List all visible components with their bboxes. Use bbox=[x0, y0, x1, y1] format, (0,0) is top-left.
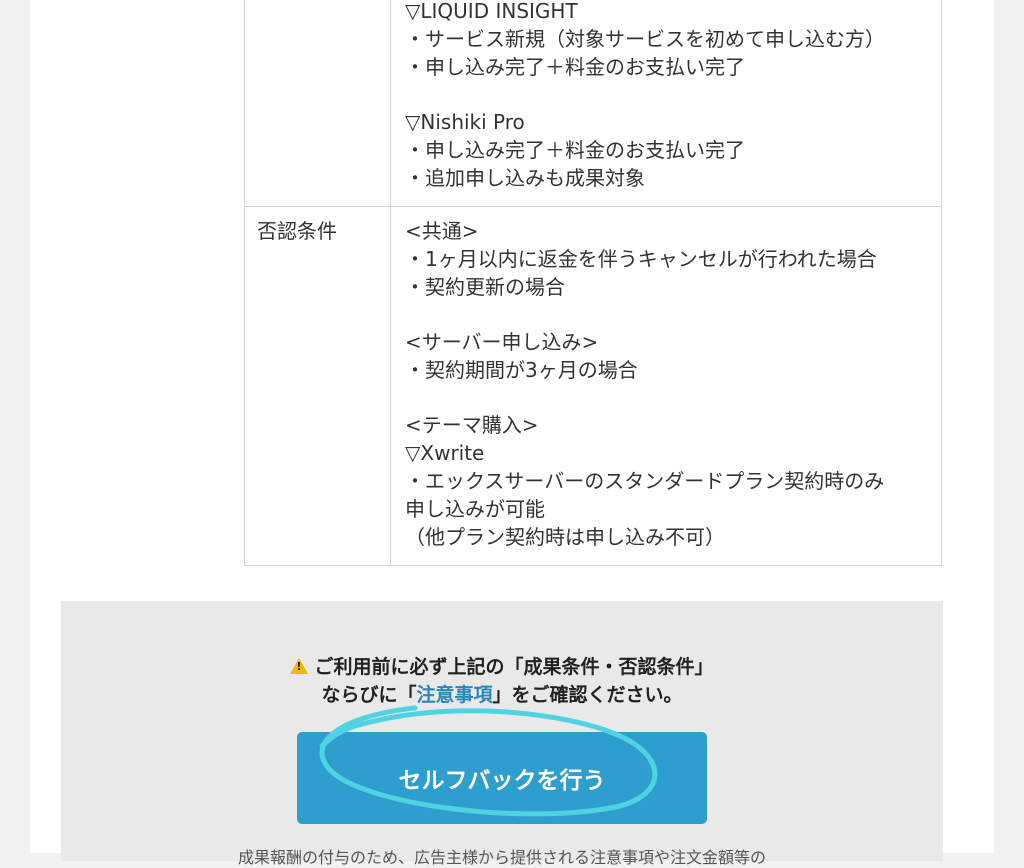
notice-line-2-post: 」をご確認ください。 bbox=[492, 684, 683, 706]
approval-condition-line: ▽LIQUID INSIGHT bbox=[405, 0, 578, 23]
bottom-note-text: 成果報酬の付与のため、広告主様から提供される注意事項や注文金額等の bbox=[237, 848, 766, 867]
approval-condition-line: ・申し込み完了＋料金のお支払い完了 bbox=[405, 55, 745, 79]
rejection-condition-line: （他プラン契約時は申し込み不可） bbox=[405, 525, 725, 549]
approval-condition-line: ・サービス新規（対象サービスを初めて申し込む方） bbox=[405, 27, 885, 51]
notice-link[interactable]: 注意事項 bbox=[416, 684, 492, 706]
approval-conditions-row: ▽LIQUID INSIGHT ・サービス新規（対象サービスを初めて申し込む方） ・… bbox=[244, 0, 942, 207]
selfback-cta-panel: ご利用前に必ず上記の「成果条件・否認条件」 ならびに「注意事項」をご確認ください… bbox=[61, 601, 943, 867]
notice-text: ご利用前に必ず上記の「成果条件・否認条件」 ならびに「注意事項」をご確認ください… bbox=[61, 653, 943, 709]
approval-condition-line: ・申し込み完了＋料金のお支払い完了 bbox=[405, 138, 745, 162]
approval-condition-line: ・追加申し込みも成果対象 bbox=[405, 166, 645, 190]
rejection-condition-line: <サーバー申し込み> bbox=[405, 330, 599, 354]
rejection-condition-line: <共通> bbox=[405, 219, 479, 243]
approval-condition-line: ▽Nishiki Pro bbox=[405, 110, 525, 134]
warning-icon bbox=[290, 658, 309, 674]
rejection-conditions-header: 否認条件 bbox=[244, 206, 391, 566]
rejection-condition-spacer bbox=[405, 384, 929, 411]
rejection-conditions-cell: <共通> ・1ヶ月以内に返金を伴うキャンセルが行われた場合 ・契約更新の場合 <サーバ… bbox=[390, 206, 942, 566]
rejection-condition-line: ・契約更新の場合 bbox=[405, 275, 565, 299]
notice-line-2-pre: ならびに「 bbox=[321, 684, 417, 706]
rejection-condition-line: ・契約期間が3ヶ月の場合 bbox=[405, 358, 638, 382]
notice-line-1-text: ご利用前に必ず上記の「成果条件・否認条件」 bbox=[314, 656, 714, 678]
rejection-condition-spacer bbox=[405, 301, 929, 328]
approval-conditions-cell: ▽LIQUID INSIGHT ・サービス新規（対象サービスを初めて申し込む方） ・… bbox=[390, 0, 942, 207]
conditions-table: ▽LIQUID INSIGHT ・サービス新規（対象サービスを初めて申し込む方） ・… bbox=[244, 0, 942, 566]
rejection-condition-line: 申し込みが可能 bbox=[405, 497, 545, 521]
approval-condition-spacer bbox=[405, 81, 929, 108]
rejection-condition-line: ・1ヶ月以内に返金を伴うキャンセルが行われた場合 bbox=[405, 247, 877, 271]
rejection-conditions-row: 否認条件 <共通> ・1ヶ月以内に返金を伴うキャンセルが行われた場合 ・契約更新の場… bbox=[244, 206, 942, 566]
rejection-condition-line: ・エックスサーバーのスタンダードプラン契約時のみ bbox=[405, 469, 885, 493]
selfback-button-label: セルフバックを行う bbox=[398, 768, 606, 794]
notice-line-2: ならびに「注意事項」をご確認ください。 bbox=[61, 681, 943, 709]
approval-conditions-header bbox=[244, 0, 391, 207]
rejection-condition-line: <テーマ購入> bbox=[405, 413, 539, 437]
notice-line-1: ご利用前に必ず上記の「成果条件・否認条件」 bbox=[61, 653, 943, 681]
rejection-condition-line: ▽Xwrite bbox=[405, 441, 485, 465]
selfback-button[interactable]: セルフバックを行う bbox=[297, 732, 707, 824]
